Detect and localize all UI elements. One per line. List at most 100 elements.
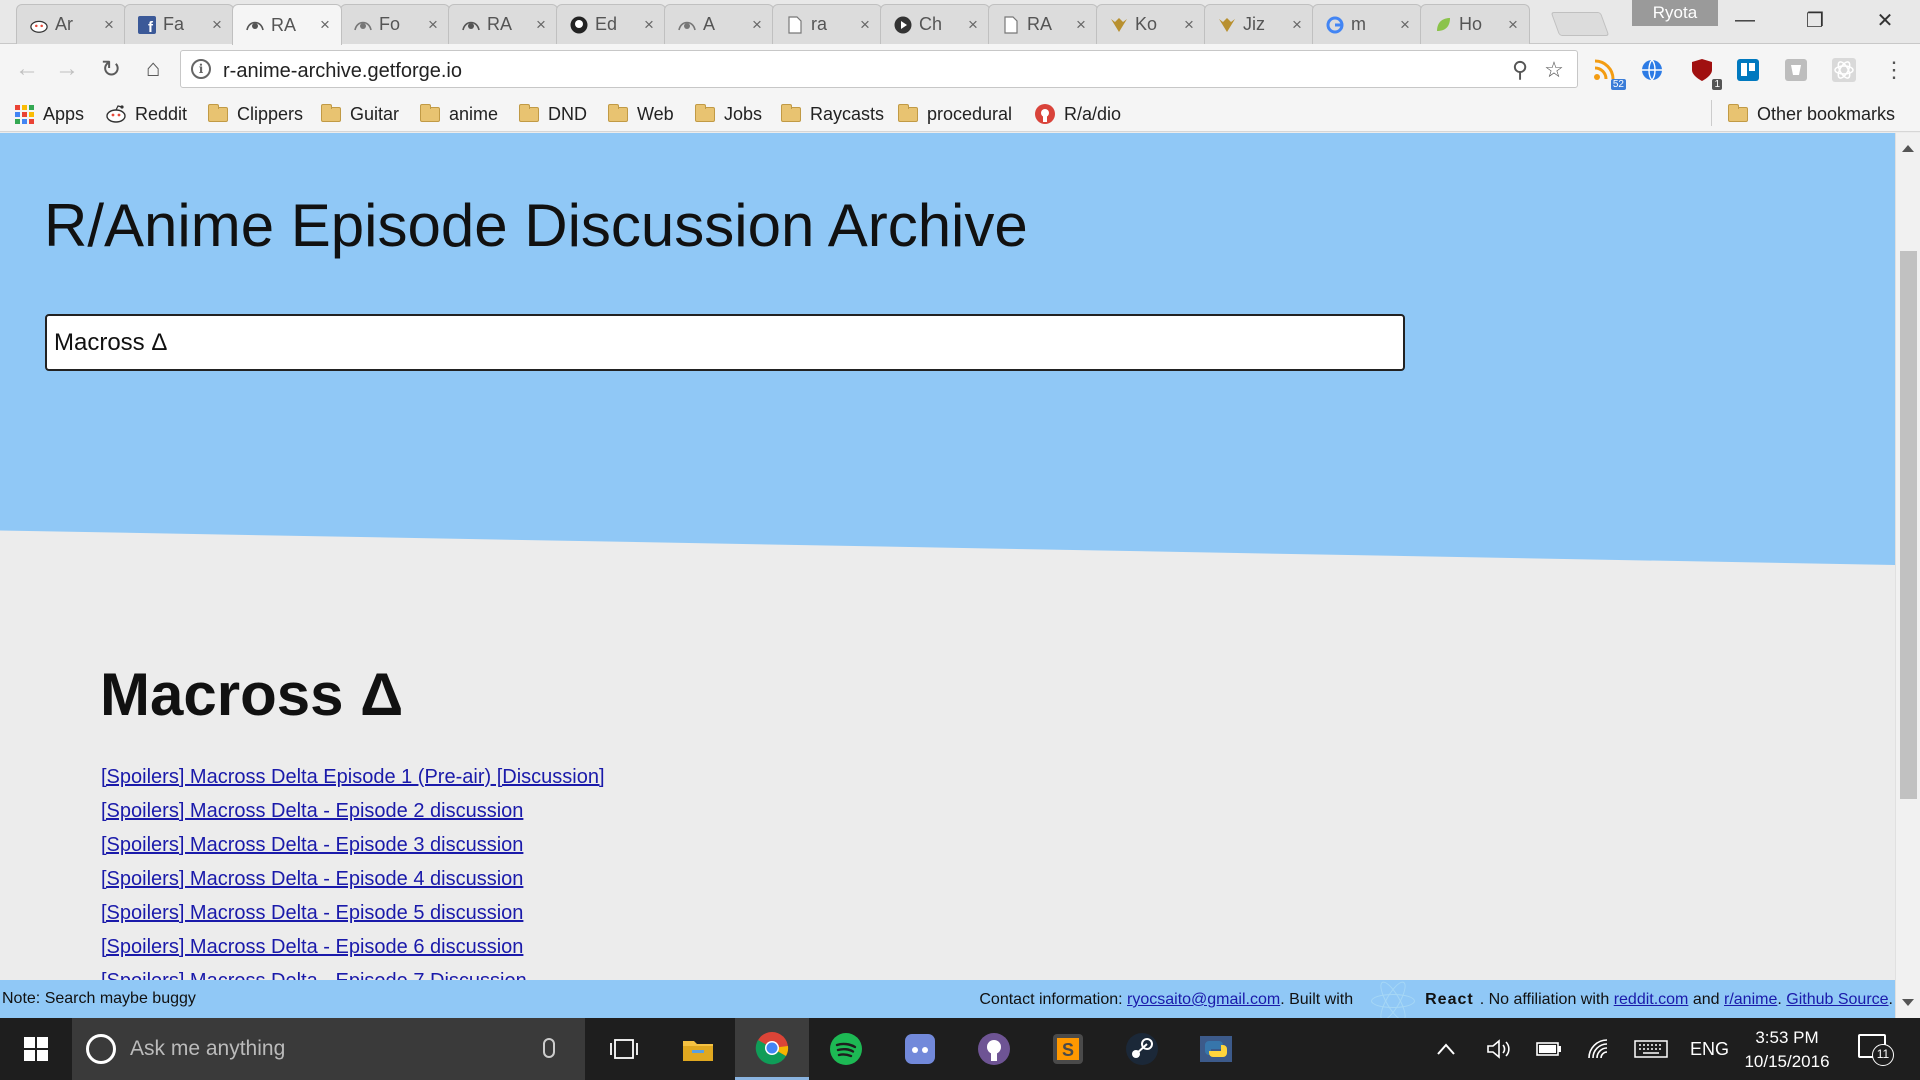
bookmark-reddit[interactable]: Reddit	[105, 102, 187, 126]
bookmark-folder-dnd[interactable]: DND	[519, 102, 587, 126]
minimize-button[interactable]: —	[1710, 0, 1780, 40]
bookmark-folder-web[interactable]: Web	[608, 102, 674, 126]
volume-icon[interactable]	[1486, 1018, 1512, 1080]
bookmark-folder-raycasts[interactable]: Raycasts	[781, 102, 884, 126]
github-desktop-icon[interactable]	[957, 1018, 1031, 1080]
tab-close-icon[interactable]: ×	[1397, 15, 1413, 35]
new-tab-button[interactable]	[1550, 12, 1610, 36]
rss-extension-icon[interactable]: 52	[1590, 56, 1626, 90]
extension-atom-icon[interactable]	[1830, 56, 1858, 84]
email-link[interactable]: ryocsaito@gmail.com	[1127, 991, 1280, 1009]
scroll-down-arrow-icon[interactable]	[1902, 999, 1914, 1006]
trello-extension-icon[interactable]	[1734, 56, 1762, 84]
episode-link[interactable]: [Spoilers] Macross Delta - Episode 5 dis…	[101, 902, 523, 924]
bookmark-folder-anime[interactable]: anime	[420, 102, 498, 126]
search-input[interactable]	[45, 314, 1405, 371]
browser-tab[interactable]: f Fa ×	[124, 4, 234, 44]
episode-link[interactable]: [Spoilers] Macross Delta - Episode 7 Dis…	[101, 970, 527, 980]
tab-close-icon[interactable]: ×	[857, 15, 873, 35]
battery-icon[interactable]	[1536, 1018, 1562, 1080]
start-button[interactable]	[0, 1018, 72, 1080]
tab-close-icon[interactable]: ×	[641, 15, 657, 35]
tab-close-icon[interactable]: ×	[1073, 15, 1089, 35]
browser-tab[interactable]: m ×	[1312, 4, 1422, 44]
tab-close-icon[interactable]: ×	[965, 15, 981, 35]
browser-tab[interactable]: Ko ×	[1096, 4, 1206, 44]
episode-link[interactable]: [Spoilers] Macross Delta - Episode 4 dis…	[101, 868, 523, 890]
affiliation-text: . No affiliation with	[1479, 991, 1610, 1008]
reddit-link[interactable]: reddit.com	[1614, 991, 1689, 1009]
browser-tab[interactable]: Fo ×	[340, 4, 450, 44]
wifi-icon[interactable]	[1586, 1018, 1612, 1080]
microphone-icon[interactable]	[543, 1038, 555, 1058]
chrome-taskbar-icon[interactable]	[735, 1018, 809, 1080]
cortana-placeholder: Ask me anything	[130, 1037, 286, 1060]
system-clock[interactable]: 3:53 PM 10/15/2016	[1722, 1026, 1852, 1074]
browser-tab-active[interactable]: RA ×	[232, 4, 342, 45]
bookmark-radio[interactable]: R/a/dio	[1034, 102, 1121, 126]
action-center-icon[interactable]: 11	[1858, 1034, 1894, 1066]
browser-tab[interactable]: Ch ×	[880, 4, 990, 44]
home-button[interactable]: ⌂	[136, 52, 170, 86]
ranime-link[interactable]: r/anime	[1724, 991, 1777, 1009]
browser-tab[interactable]: RA ×	[988, 4, 1098, 44]
extension-cup-icon[interactable]	[1782, 56, 1810, 84]
tab-close-icon[interactable]: ×	[1289, 15, 1305, 35]
tab-close-icon[interactable]: ×	[1505, 15, 1521, 35]
back-button[interactable]: ←	[10, 52, 44, 86]
tab-close-icon[interactable]: ×	[101, 15, 117, 35]
tab-close-icon[interactable]: ×	[749, 15, 765, 35]
episode-link[interactable]: [Spoilers] Macross Delta - Episode 3 dis…	[101, 834, 523, 856]
task-view-button[interactable]	[587, 1018, 661, 1080]
browser-tab[interactable]: RA ×	[448, 4, 558, 44]
bookmark-apps[interactable]: Apps	[15, 102, 84, 126]
tab-close-icon[interactable]: ×	[317, 15, 333, 35]
zoom-icon[interactable]: ⚲	[1507, 57, 1533, 83]
tab-close-icon[interactable]: ×	[533, 15, 549, 35]
globe-extension-icon[interactable]	[1638, 56, 1666, 84]
ublock-extension-icon[interactable]: 1	[1688, 56, 1722, 90]
url-text[interactable]: r-anime-archive.getforge.io	[223, 60, 462, 83]
tab-close-icon[interactable]: ×	[1181, 15, 1197, 35]
tab-close-icon[interactable]: ×	[425, 15, 441, 35]
bookmark-star-icon[interactable]: ☆	[1541, 57, 1567, 83]
file-explorer-icon[interactable]	[661, 1018, 735, 1080]
browser-tab[interactable]: A ×	[664, 4, 774, 44]
cortana-search-box[interactable]: Ask me anything	[72, 1018, 585, 1080]
sublime-text-icon[interactable]: S	[1031, 1018, 1105, 1080]
bookmark-folder-guitar[interactable]: Guitar	[321, 102, 399, 126]
scroll-up-arrow-icon[interactable]	[1902, 145, 1914, 152]
github-source-link[interactable]: Github Source	[1786, 991, 1888, 1009]
episode-link[interactable]: [Spoilers] Macross Delta - Episode 6 dis…	[101, 936, 523, 958]
browser-tab[interactable]: Jiz ×	[1204, 4, 1314, 44]
site-info-icon[interactable]: i	[191, 59, 211, 79]
profile-button[interactable]: Ryota	[1632, 0, 1718, 26]
bookmark-folder-jobs[interactable]: Jobs	[695, 102, 762, 126]
close-window-button[interactable]: ✕	[1850, 0, 1920, 40]
episode-link[interactable]: [Spoilers] Macross Delta Episode 1 (Pre-…	[101, 766, 605, 788]
show-hidden-icons-chevron-icon[interactable]	[1436, 1018, 1456, 1080]
browser-tab[interactable]: Ed ×	[556, 4, 666, 44]
chrome-menu-icon[interactable]: ⋮	[1880, 56, 1908, 84]
discord-icon[interactable]	[883, 1018, 957, 1080]
reload-button[interactable]: ↻	[94, 52, 128, 86]
restore-button[interactable]: ❐	[1780, 0, 1850, 40]
folder-icon	[420, 103, 440, 122]
episode-link[interactable]: [Spoilers] Macross Delta - Episode 2 dis…	[101, 800, 523, 822]
forge-icon	[677, 15, 697, 35]
keyboard-icon[interactable]	[1634, 1018, 1668, 1080]
python-idle-icon[interactable]	[1179, 1018, 1253, 1080]
browser-tab[interactable]: Ho ×	[1420, 4, 1530, 44]
bookmark-folder-procedural[interactable]: procedural	[898, 102, 1012, 126]
tab-close-icon[interactable]: ×	[209, 15, 225, 35]
spotify-icon[interactable]	[809, 1018, 883, 1080]
browser-tab[interactable]: Ar ×	[16, 4, 126, 44]
bookmark-folder-clippers[interactable]: Clippers	[208, 102, 303, 126]
browser-tab[interactable]: ra ×	[772, 4, 882, 44]
page-scrollbar[interactable]	[1895, 133, 1920, 1018]
address-bar[interactable]: i r-anime-archive.getforge.io ⚲ ☆	[180, 50, 1578, 88]
scrollbar-thumb[interactable]	[1900, 251, 1917, 799]
other-bookmarks[interactable]: Other bookmarks	[1728, 102, 1895, 126]
forward-button[interactable]: →	[50, 52, 84, 86]
steam-icon[interactable]	[1105, 1018, 1179, 1080]
